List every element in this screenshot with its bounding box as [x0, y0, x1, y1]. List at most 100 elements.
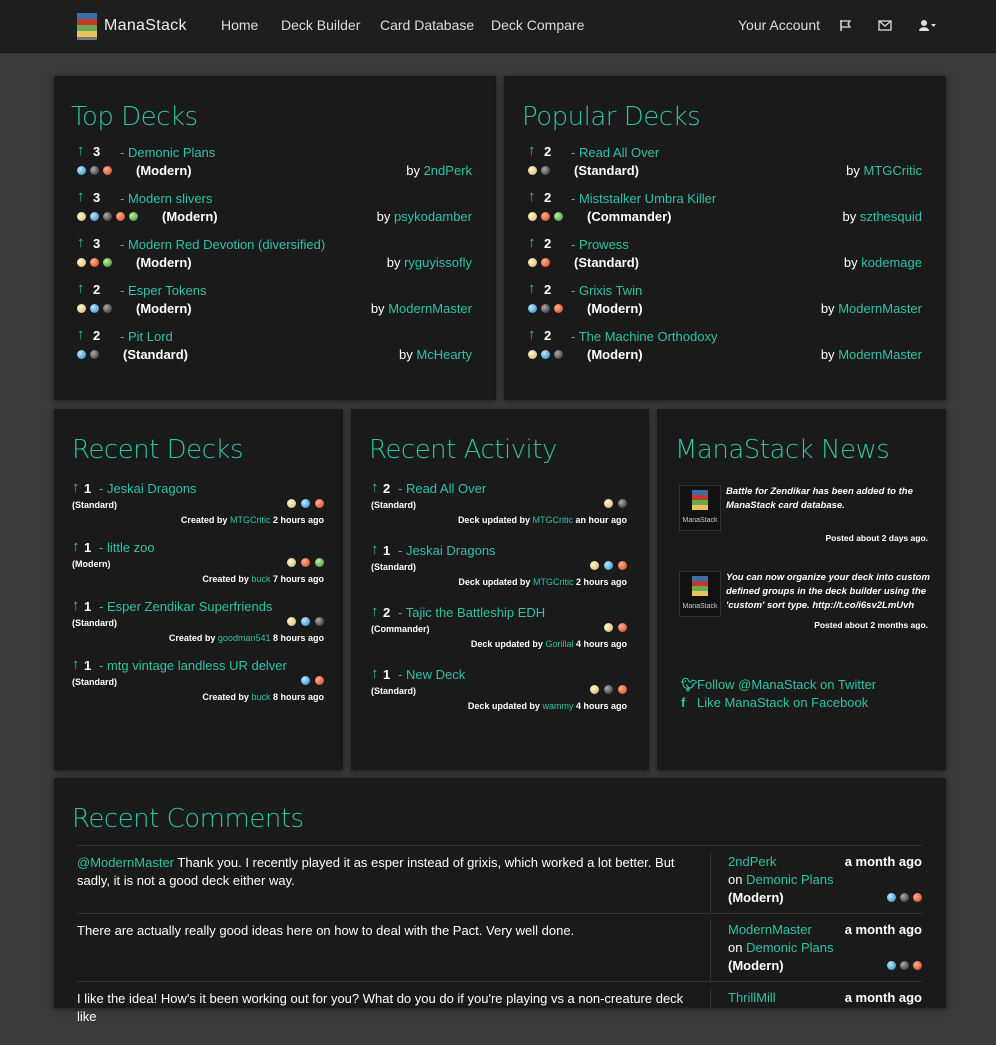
deck-row: ↑ 1 - New Deck (Standard) Deck updated by wa…	[371, 665, 627, 725]
comment-row: I like the idea! How's it been working o…	[77, 981, 922, 1024]
author-link[interactable]: MTGCritic	[864, 163, 923, 178]
author-link[interactable]: MTGCritic	[532, 515, 573, 525]
color-identity[interactable]	[528, 212, 563, 221]
nav-home[interactable]: Home	[221, 17, 258, 33]
comment-author-link[interactable]: ModernMaster	[728, 922, 812, 937]
user-menu-icon[interactable]	[918, 19, 937, 32]
comment-author-link[interactable]: ThrillMill	[728, 990, 776, 1005]
upvote-arrow-icon[interactable]: ↑	[528, 188, 536, 205]
upvote-arrow-icon[interactable]: ↑	[77, 142, 85, 159]
upvote-arrow-icon[interactable]: ↑	[77, 326, 85, 343]
author-link[interactable]: kodemage	[861, 255, 922, 270]
author-link[interactable]: ModernMaster	[838, 301, 922, 316]
nav-your-account[interactable]: Your Account	[738, 17, 820, 33]
author-link[interactable]: ModernMaster	[838, 347, 922, 362]
author-link[interactable]: McHearty	[416, 347, 472, 362]
author-link[interactable]: MTGCritic	[533, 577, 574, 587]
activity-time: 4 hours ago	[575, 701, 627, 711]
upvote-arrow-icon[interactable]: ↑	[528, 326, 536, 343]
brand-logo-link[interactable]: ManaStack	[76, 11, 187, 41]
color-identity[interactable]	[528, 350, 563, 359]
color-identity[interactable]	[887, 961, 922, 970]
color-identity[interactable]	[887, 893, 922, 902]
color-identity[interactable]	[301, 676, 324, 685]
upvote-arrow-icon[interactable]: ↑	[528, 234, 536, 251]
color-identity[interactable]	[287, 558, 324, 567]
deck-name: Prowess	[578, 237, 629, 252]
deck-name-link[interactable]: - Modern slivers	[120, 191, 212, 206]
author-link[interactable]: ModernMaster	[388, 301, 472, 316]
author-link[interactable]: MTGCritic	[230, 515, 271, 525]
deck-name-link[interactable]: - New Deck	[398, 667, 465, 682]
deck-name-link[interactable]: - little zoo	[99, 540, 155, 555]
author-link[interactable]: szthesquid	[860, 209, 922, 224]
deck-name-link[interactable]: - Read All Over	[398, 481, 486, 496]
color-identity[interactable]	[528, 258, 550, 267]
color-identity[interactable]	[77, 166, 112, 175]
color-identity[interactable]	[77, 212, 138, 221]
author-link[interactable]: wammy	[542, 701, 573, 711]
deck-name-link[interactable]: - Jeskai Dragons	[398, 543, 496, 558]
twitter-link[interactable]: 🐦︎Follow @ManaStack on Twitter	[681, 677, 876, 693]
deck-name-link[interactable]: - Esper Zendikar Superfriends	[99, 599, 272, 614]
upvote-arrow-icon[interactable]: ↑	[528, 280, 536, 297]
deck-name-link[interactable]: - The Machine Orthodoxy	[571, 329, 717, 344]
deck-name-link[interactable]: - Pit Lord	[120, 329, 173, 344]
deck-name-link[interactable]: - mtg vintage landless UR delver	[99, 658, 287, 673]
upvote-arrow-icon[interactable]: ↑	[72, 597, 80, 614]
deck-name: Read All Over	[405, 481, 487, 496]
deck-name-link[interactable]: - Tajic the Battleship EDH	[398, 605, 545, 620]
upvote-arrow-icon[interactable]: ↑	[72, 656, 80, 673]
upvote-arrow-icon[interactable]: ↑	[528, 142, 536, 159]
color-identity[interactable]	[604, 623, 627, 632]
vote-count: 2	[383, 605, 391, 620]
mana-r-icon	[541, 258, 550, 267]
upvote-arrow-icon[interactable]: ↑	[371, 665, 379, 682]
nav-deck-builder[interactable]: Deck Builder	[281, 17, 360, 33]
author-link[interactable]: buck	[251, 692, 270, 702]
envelope-icon[interactable]	[878, 20, 892, 31]
upvote-arrow-icon[interactable]: ↑	[371, 541, 379, 558]
mana-w-icon	[287, 558, 296, 567]
color-identity[interactable]	[77, 258, 112, 267]
upvote-arrow-icon[interactable]: ↑	[371, 479, 379, 496]
deck-name-link[interactable]: - Jeskai Dragons	[99, 481, 197, 496]
facebook-link[interactable]: f Like ManaStack on Facebook	[681, 695, 868, 710]
upvote-arrow-icon[interactable]: ↑	[77, 234, 85, 251]
author-link[interactable]: Gorillal	[545, 639, 573, 649]
nav-card-database[interactable]: Card Database	[380, 17, 474, 33]
color-identity[interactable]	[77, 304, 112, 313]
upvote-arrow-icon[interactable]: ↑	[77, 188, 85, 205]
color-identity[interactable]	[528, 166, 550, 175]
author-link[interactable]: ryguyissofly	[404, 255, 472, 270]
upvote-arrow-icon[interactable]: ↑	[72, 538, 80, 555]
author-link[interactable]: psykodamber	[394, 209, 472, 224]
author-link[interactable]: 2ndPerk	[424, 163, 472, 178]
top-decks-list: ↑ 3 - Demonic Plans (Modern) by 2ndPerk ↑ 3 - M…	[77, 142, 472, 385]
upvote-arrow-icon[interactable]: ↑	[371, 603, 379, 620]
color-identity[interactable]	[590, 561, 627, 570]
color-identity[interactable]	[604, 499, 627, 508]
upvote-arrow-icon[interactable]: ↑	[77, 280, 85, 297]
deck-name-link[interactable]: - Miststalker Umbra Killer	[571, 191, 716, 206]
deck-name-link[interactable]: - Read All Over	[571, 145, 659, 160]
color-identity[interactable]	[528, 304, 563, 313]
deck-name-link[interactable]: - Modern Red Devotion (diversified)	[120, 237, 325, 252]
comment-deck-link[interactable]: Demonic Plans	[746, 872, 833, 887]
upvote-arrow-icon[interactable]: ↑	[72, 479, 80, 496]
nav-deck-compare[interactable]: Deck Compare	[491, 17, 584, 33]
color-identity[interactable]	[77, 350, 99, 359]
deck-name-link[interactable]: - Demonic Plans	[120, 145, 215, 160]
deck-name-link[interactable]: - Prowess	[571, 237, 629, 252]
comment-author-link[interactable]: 2ndPerk	[728, 854, 776, 869]
mention-link[interactable]: @ModernMaster	[77, 855, 174, 870]
color-identity[interactable]	[287, 499, 324, 508]
flag-icon[interactable]	[839, 19, 852, 32]
author-link[interactable]: goodman541	[218, 633, 271, 643]
deck-name-link[interactable]: - Grixis Twin	[571, 283, 642, 298]
color-identity[interactable]	[287, 617, 324, 626]
author-link[interactable]: buck	[251, 574, 270, 584]
comment-deck-link[interactable]: Demonic Plans	[746, 940, 833, 955]
color-identity[interactable]	[590, 685, 627, 694]
deck-name-link[interactable]: - Esper Tokens	[120, 283, 206, 298]
